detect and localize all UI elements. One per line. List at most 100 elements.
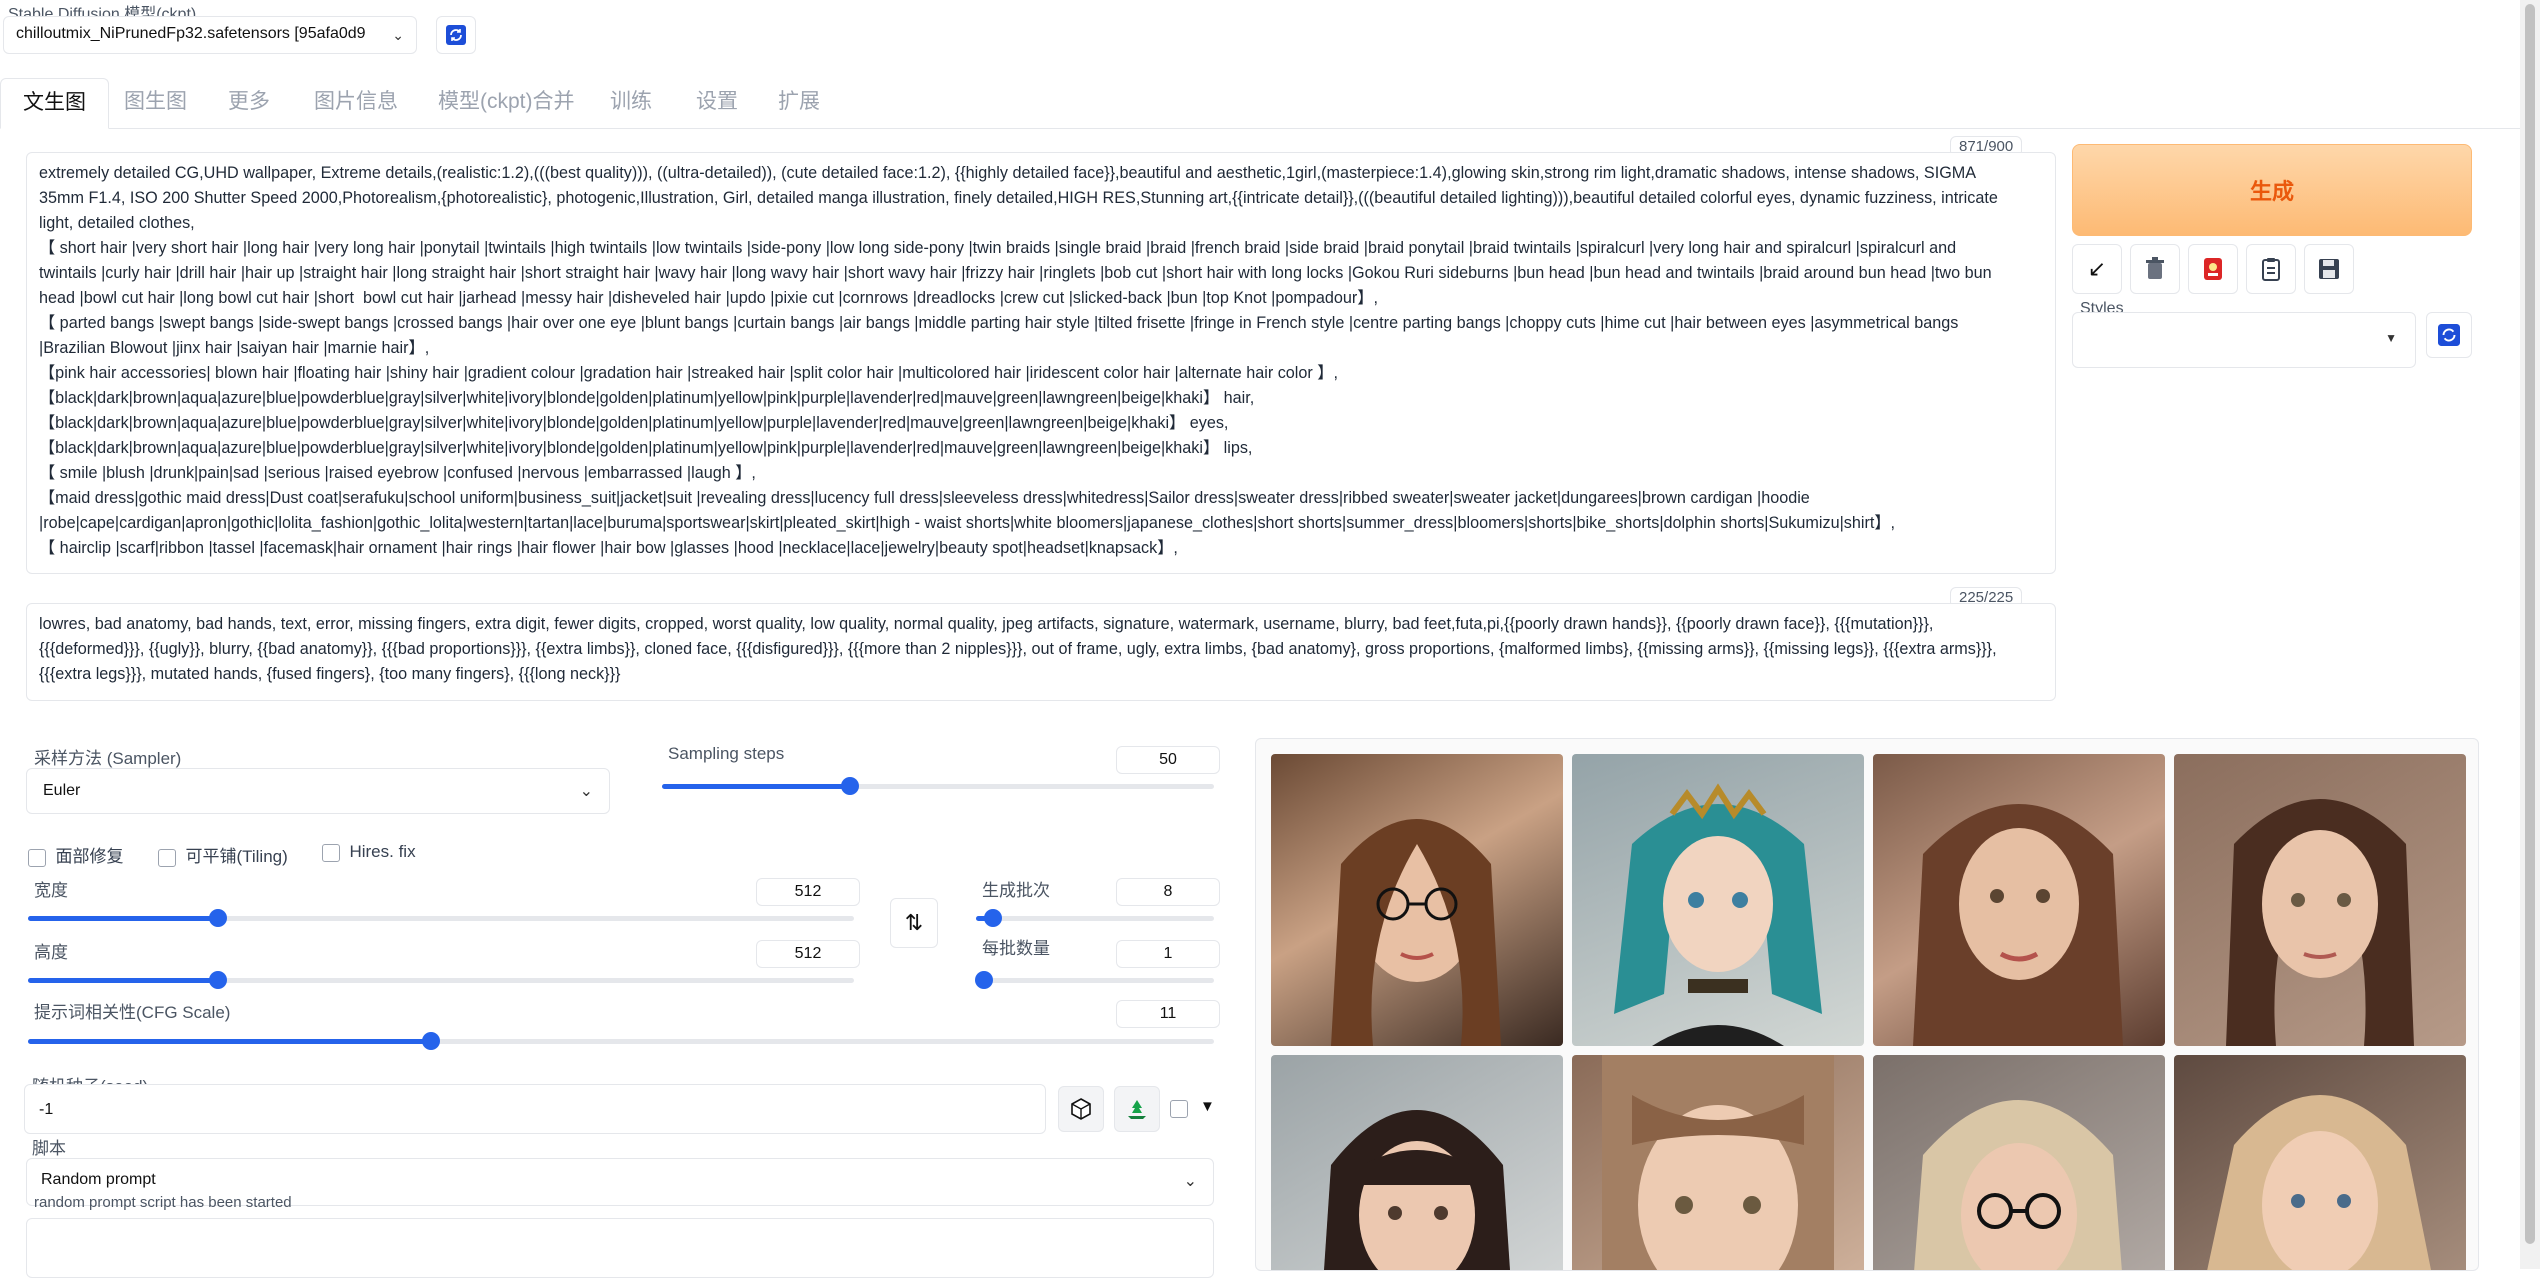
prompt-input[interactable]: extremely detailed CG,UHD wallpaper, Ext…	[26, 152, 2056, 574]
width-slider[interactable]	[28, 909, 854, 927]
apply-style-button[interactable]	[2246, 244, 2296, 294]
gallery-image[interactable]	[1873, 754, 2165, 1046]
page-scrollbar[interactable]	[2520, 0, 2540, 1269]
sampler-select[interactable]: Euler ⌄	[26, 768, 610, 814]
main-tabs: 文生图 图生图 更多 图片信息 模型(ckpt)合并 训练 设置 扩展	[0, 78, 2520, 129]
tab-extras[interactable]: 更多	[206, 88, 292, 128]
output-gallery	[1255, 738, 2479, 1271]
slider-fill	[662, 784, 850, 789]
gallery-image[interactable]	[2174, 754, 2466, 1046]
gallery-image[interactable]	[1271, 754, 1563, 1046]
tab-img2img[interactable]: 图生图	[102, 88, 209, 128]
prompt-line: 【black|dark|brown|aqua|azure|blue|powder…	[39, 389, 1255, 407]
tab-settings[interactable]: 设置	[674, 88, 760, 128]
prompt-line: 【 parted bangs |swept bangs |side-swept …	[39, 314, 1959, 332]
reuse-seed-button[interactable]	[1114, 1086, 1160, 1132]
dice-icon	[1071, 1098, 1091, 1120]
prompt-line: |Brazilian Blowout |jinx hair |saiyan ha…	[39, 339, 430, 357]
card-icon	[2204, 258, 2222, 280]
clear-prompt-button[interactable]	[2130, 244, 2180, 294]
width-label: 宽度	[34, 881, 68, 900]
negative-line: lowres, bad anatomy, bad hands, text, er…	[39, 615, 1934, 633]
negative-line: {{{extra legs}}}, mutated hands, {fused …	[39, 665, 621, 683]
prompt-line: 【pink hair accessories| blown hair |floa…	[39, 364, 1338, 382]
width-input[interactable]: 512	[756, 878, 860, 906]
tab-png-info[interactable]: 图片信息	[292, 88, 420, 128]
gallery-image[interactable]	[1873, 1055, 2165, 1270]
cfg-input[interactable]: 11	[1116, 1000, 1220, 1028]
checkbox-box[interactable]	[1170, 1100, 1188, 1118]
seed-value: -1	[39, 1101, 54, 1118]
batch-size-slider[interactable]	[975, 971, 1214, 989]
prompt-line: 【maid dress|gothic maid dress|Dust coat|…	[39, 489, 1810, 507]
arrow-icon: ↙	[2087, 256, 2107, 281]
height-input[interactable]: 512	[756, 940, 860, 968]
batch-count-input[interactable]: 8	[1116, 878, 1220, 906]
negative-prompt-input[interactable]: lowres, bad anatomy, bad hands, text, er…	[26, 603, 2056, 701]
prompt-line: 【black|dark|brown|aqua|azure|blue|powder…	[39, 439, 1253, 457]
refresh-icon	[2438, 324, 2460, 346]
tab-txt2img[interactable]: 文生图	[0, 78, 109, 129]
script-args-box[interactable]	[26, 1218, 1214, 1278]
checkbox-label: 可平铺(Tiling)	[185, 847, 288, 866]
checkbox-box[interactable]	[322, 843, 340, 862]
slider-knob[interactable]	[209, 909, 227, 927]
model-select[interactable]: chilloutmix_NiPrunedFp32.safetensors [95…	[3, 16, 417, 54]
restore-faces-checkbox[interactable]: 面部修复	[28, 842, 123, 867]
prompt-line: 【 smile |blush |drunk|pain|sad |serious …	[39, 464, 756, 482]
refresh-styles-button[interactable]	[2426, 312, 2472, 358]
hires-fix-checkbox[interactable]: Hires. fix	[322, 842, 416, 862]
gallery-image[interactable]	[1271, 1055, 1563, 1270]
prompt-line: |robe|cape|cardigan|apron|gothic|lolita_…	[39, 514, 1896, 532]
styles-select[interactable]: ▼	[2072, 312, 2416, 368]
script-status: random prompt script has been started	[34, 1194, 292, 1211]
slider-knob[interactable]	[422, 1032, 440, 1050]
sampler-value: Euler	[43, 782, 81, 799]
swap-dimensions-button[interactable]: ⇅	[890, 898, 938, 948]
batch-size-input[interactable]: 1	[1116, 940, 1220, 968]
gallery-image[interactable]	[1572, 754, 1864, 1046]
slider-knob[interactable]	[209, 971, 227, 989]
read-params-button[interactable]: ↙	[2072, 244, 2122, 294]
refresh-model-button[interactable]	[436, 16, 476, 54]
prompt-line: light, detailed clothes,	[39, 214, 195, 232]
batch-count-slider[interactable]	[976, 909, 1214, 927]
tab-extensions[interactable]: 扩展	[756, 88, 842, 128]
save-icon	[2319, 259, 2339, 279]
scrollbar-thumb[interactable]	[2525, 4, 2535, 1244]
tiling-checkbox[interactable]: 可平铺(Tiling)	[158, 842, 288, 867]
slider-knob[interactable]	[984, 909, 1002, 927]
cfg-slider[interactable]	[28, 1032, 1214, 1050]
tab-train[interactable]: 训练	[588, 88, 674, 128]
checkbox-box[interactable]	[158, 848, 176, 867]
tab-checkpoint-merger[interactable]: 模型(ckpt)合并	[416, 88, 597, 128]
steps-slider[interactable]	[662, 777, 1214, 795]
slider-knob[interactable]	[841, 777, 859, 795]
checkbox-label: Hires. fix	[349, 842, 416, 861]
steps-input[interactable]: 50	[1116, 746, 1220, 774]
gallery-image[interactable]	[2174, 1055, 2466, 1270]
save-style-button[interactable]	[2304, 244, 2354, 294]
script-label: 脚本	[32, 1139, 66, 1158]
checkbox-box[interactable]	[28, 848, 46, 867]
slider-fill	[28, 978, 218, 983]
seed-input[interactable]: -1	[24, 1084, 1046, 1134]
random-seed-button[interactable]	[1058, 1086, 1104, 1132]
caret-down-icon[interactable]: ▼	[1200, 1098, 1215, 1115]
extra-networks-button[interactable]	[2188, 244, 2238, 294]
prompt-line: 【black|dark|brown|aqua|azure|blue|powder…	[39, 414, 1229, 432]
height-slider[interactable]	[28, 971, 854, 989]
gallery-image[interactable]	[1572, 1055, 1864, 1270]
slider-fill	[28, 1039, 431, 1044]
slider-fill	[28, 916, 218, 921]
cfg-label: 提示词相关性(CFG Scale)	[34, 1003, 231, 1022]
height-label: 高度	[34, 943, 68, 962]
slider-knob[interactable]	[975, 971, 993, 989]
swap-icon: ⇅	[904, 910, 924, 935]
checkbox-label: 面部修复	[55, 847, 124, 866]
generate-button[interactable]: 生成	[2072, 144, 2472, 236]
steps-label: Sampling steps	[668, 744, 785, 763]
prompt-line: 35mm F1.4, ISO 200 Shutter Speed 2000,Ph…	[39, 189, 1998, 207]
extra-seed-checkbox[interactable]	[1170, 1100, 1188, 1118]
recycle-icon	[1128, 1100, 1146, 1119]
